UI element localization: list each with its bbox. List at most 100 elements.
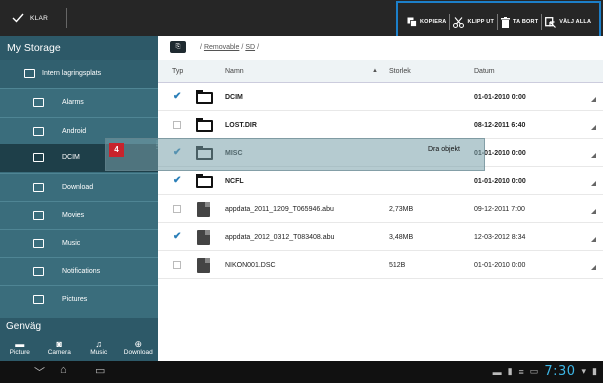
file-date: 09-12-2011 7:00 bbox=[474, 206, 525, 213]
shortcut-music[interactable]: ♫ Music bbox=[79, 338, 119, 361]
row-menu-indicator-icon[interactable] bbox=[591, 125, 596, 130]
file-name: DCIM bbox=[225, 94, 243, 101]
table-row[interactable]: NIKON001.DSC 512B 01-01-2010 0:00 bbox=[158, 251, 603, 279]
folder-icon bbox=[196, 90, 213, 104]
shortcut-label: Music bbox=[90, 349, 108, 356]
image-icon: ▬ bbox=[15, 339, 25, 349]
sidebar-item-internal-storage[interactable]: Intern lagringsplats bbox=[0, 60, 158, 88]
breadcrumb-separator: / bbox=[200, 44, 202, 51]
shortcut-title: Genväg bbox=[0, 318, 158, 338]
sidebar-item-label: Android bbox=[62, 128, 87, 135]
delete-label: TA BORT bbox=[513, 19, 539, 25]
file-date: 01-01-2010 0:00 bbox=[474, 262, 526, 269]
file-size: 2,73MB bbox=[389, 206, 414, 213]
breadcrumb-separator: / bbox=[241, 44, 244, 51]
copy-icon bbox=[407, 17, 417, 27]
back-icon[interactable]: ﹀ bbox=[34, 364, 45, 380]
file-date: 01-01-2010 0:00 bbox=[474, 178, 526, 185]
sidebar-item-label: Pictures bbox=[62, 296, 88, 303]
sidebar-item-download[interactable]: Download bbox=[0, 174, 158, 202]
row-checkbox[interactable]: ✔ bbox=[173, 176, 181, 186]
select-all-icon bbox=[545, 16, 557, 28]
clock: 7:30 bbox=[544, 364, 576, 379]
checkmark-icon bbox=[12, 13, 24, 23]
music-icon: ♫ bbox=[95, 339, 103, 349]
select-all-button[interactable]: VÄLJ ALLA bbox=[542, 11, 594, 33]
storage-icon bbox=[24, 69, 35, 78]
shortcut-label: Download bbox=[123, 349, 153, 356]
file-icon bbox=[197, 258, 210, 273]
shortcut-download[interactable]: ⊕ Download bbox=[119, 338, 159, 361]
file-name: appdata_2012_0312_T083408.abu bbox=[225, 234, 335, 241]
file-date: 12-03-2012 8:34 bbox=[474, 234, 526, 241]
file-name: NCFL bbox=[225, 178, 244, 185]
folder-icon bbox=[196, 174, 213, 188]
sidebar-item-label: Alarms bbox=[62, 99, 84, 106]
sidebar-item-label: Notifications bbox=[62, 268, 101, 275]
folder-icon bbox=[33, 267, 44, 276]
file-name: LOST.DIR bbox=[225, 122, 257, 129]
trash-icon bbox=[501, 16, 511, 28]
row-checkbox[interactable]: ✔ bbox=[173, 232, 181, 242]
row-checkbox[interactable]: ✔ bbox=[173, 92, 181, 102]
camera-icon: ◙ bbox=[56, 339, 62, 349]
notification-icon: ▬ bbox=[492, 366, 502, 377]
copy-button[interactable]: KOPIERA bbox=[404, 11, 449, 33]
sidebar-item-label: Music bbox=[62, 240, 81, 247]
breadcrumb: ⎘ / Removable / SD / bbox=[158, 36, 603, 60]
column-name[interactable]: Namn bbox=[225, 68, 244, 75]
sidebar-item-label: Intern lagringsplats bbox=[42, 70, 102, 77]
column-size[interactable]: Storlek bbox=[389, 68, 411, 75]
shortcut-camera[interactable]: ◙ Camera bbox=[40, 338, 80, 361]
row-menu-indicator-icon[interactable] bbox=[591, 181, 596, 186]
shortcut-bar: ▬ Picture ◙ Camera ♫ Music ⊕ Download bbox=[0, 338, 158, 361]
table-row[interactable]: ✔ NCFL 01-01-2010 0:00 bbox=[158, 167, 603, 195]
recent-apps-icon[interactable]: ▭ bbox=[95, 364, 105, 377]
breadcrumb-separator: / bbox=[257, 44, 260, 51]
done-button[interactable]: KLAR bbox=[0, 0, 60, 36]
sidebar-item-label: DCIM bbox=[62, 154, 80, 161]
shortcut-picture[interactable]: ▬ Picture bbox=[0, 338, 40, 361]
table-row[interactable]: ✔ appdata_2012_0312_T083408.abu 3,48MB 12-0… bbox=[158, 223, 603, 251]
row-menu-indicator-icon[interactable] bbox=[591, 153, 596, 158]
breadcrumb-sd[interactable]: SD bbox=[245, 44, 255, 51]
row-menu-indicator-icon[interactable] bbox=[591, 97, 596, 102]
table-row[interactable]: ✔ DCIM 01-01-2010 0:00 bbox=[158, 83, 603, 111]
row-menu-indicator-icon[interactable] bbox=[591, 237, 596, 242]
file-date: 08-12-2011 6:40 bbox=[474, 122, 526, 129]
wifi-icon: ▾ bbox=[581, 366, 587, 376]
sidebar-item-notifications[interactable]: Notifications bbox=[0, 258, 158, 286]
row-checkbox[interactable] bbox=[173, 261, 181, 269]
home-icon[interactable]: ⌂ bbox=[60, 364, 67, 376]
row-checkbox[interactable] bbox=[173, 121, 181, 129]
file-icon bbox=[197, 230, 210, 245]
column-date[interactable]: Datum bbox=[474, 68, 495, 75]
cut-button[interactable]: KLIPP UT bbox=[450, 11, 497, 33]
download-icon: ⊕ bbox=[134, 339, 143, 349]
shortcut-label: Camera bbox=[47, 349, 71, 356]
cut-label: KLIPP UT bbox=[467, 19, 495, 25]
delete-button[interactable]: TA BORT bbox=[498, 11, 541, 33]
column-type[interactable]: Typ bbox=[172, 68, 183, 75]
sidebar-item-pictures[interactable]: Pictures bbox=[0, 286, 158, 314]
sidebar-item-alarms[interactable]: Alarms bbox=[0, 89, 158, 117]
drag-preview bbox=[105, 138, 485, 171]
done-label: KLAR bbox=[30, 14, 49, 22]
folder-icon bbox=[33, 183, 44, 192]
row-menu-indicator-icon[interactable] bbox=[591, 265, 596, 270]
folder-icon bbox=[33, 153, 44, 162]
file-list-pane: ⎘ / Removable / SD / Typ Namn ▲ Storlek … bbox=[158, 36, 603, 361]
table-row[interactable]: appdata_2011_1209_T065946.abu 2,73MB 09-12… bbox=[158, 195, 603, 223]
sidebar-item-movies[interactable]: Movies bbox=[0, 202, 158, 230]
folder-icon bbox=[33, 295, 44, 304]
drag-label: Dra objekt bbox=[428, 146, 460, 153]
breadcrumb-removable[interactable]: Removable bbox=[204, 44, 239, 51]
storage-card-icon[interactable]: ⎘ bbox=[170, 41, 186, 53]
row-menu-indicator-icon[interactable] bbox=[591, 209, 596, 214]
row-checkbox[interactable] bbox=[173, 205, 181, 213]
battery-icon: ▮ bbox=[592, 366, 597, 376]
sidebar-item-music[interactable]: Music bbox=[0, 230, 158, 258]
folder-icon bbox=[33, 239, 44, 248]
table-row[interactable]: LOST.DIR 08-12-2011 6:40 bbox=[158, 111, 603, 139]
folder-icon bbox=[196, 118, 213, 132]
